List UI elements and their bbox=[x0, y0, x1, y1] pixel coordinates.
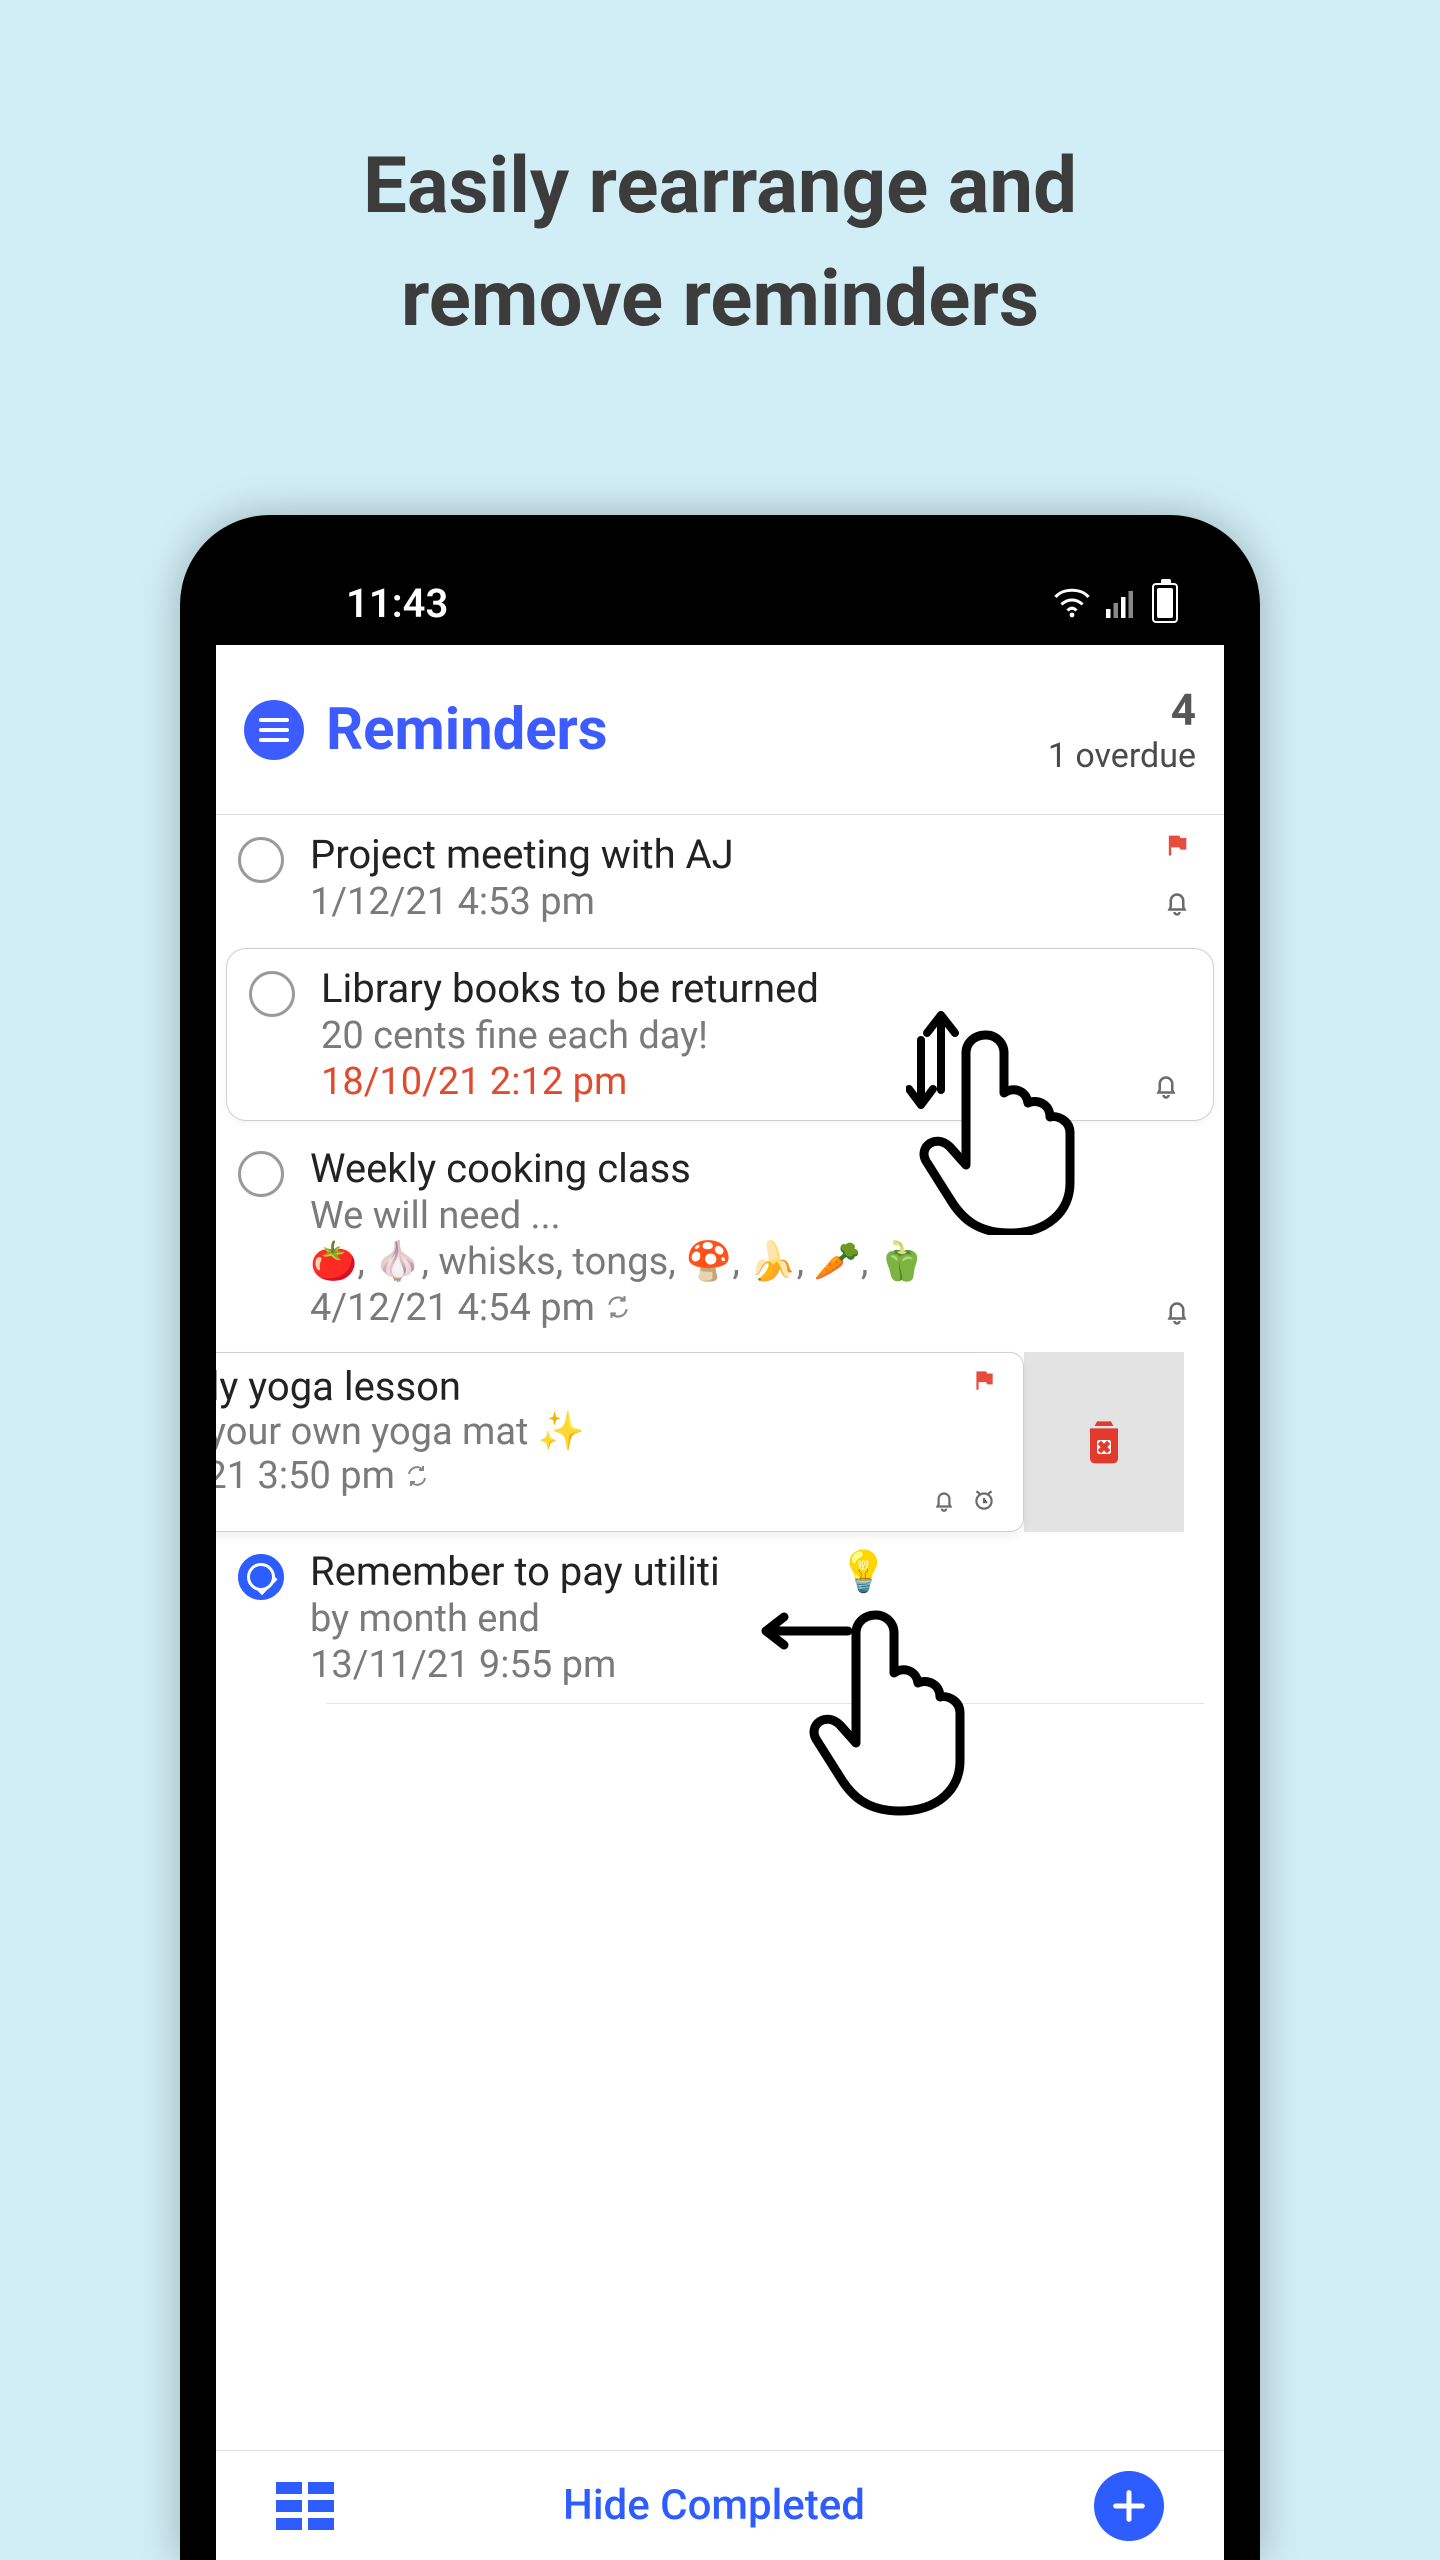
wifi-icon bbox=[1054, 588, 1090, 618]
phone-mockup: 11:43 bbox=[180, 515, 1260, 2560]
reminder-list[interactable]: Project meeting with AJ 1/12/21 4:53 pm bbox=[216, 815, 1224, 2450]
reminder-time: 4/12/21 4:54 pm bbox=[310, 1286, 1140, 1330]
app-header: Reminders 4 1 overdue bbox=[216, 645, 1224, 815]
bottom-bar: Hide Completed bbox=[216, 2450, 1224, 2560]
flag-icon bbox=[1163, 831, 1191, 863]
view-toggle-button[interactable] bbox=[276, 2482, 334, 2530]
battery-icon bbox=[1152, 583, 1178, 623]
headline-line-1: Easily rearrange and bbox=[363, 141, 1077, 232]
phone-screen: 11:43 bbox=[216, 561, 1224, 2560]
repeat-icon bbox=[605, 1286, 631, 1330]
checkbox-checked[interactable] bbox=[238, 1554, 284, 1600]
reminder-time: 13/11/21 9:55 pm bbox=[310, 1643, 1204, 1687]
list-item[interactable]: Weekly cooking class We will need ... 🍅,… bbox=[216, 1129, 1224, 1346]
list-item[interactable]: Remember to pay utiliti 💡 by month end 1… bbox=[216, 1532, 1224, 1703]
header-counts: 4 1 overdue bbox=[1048, 684, 1196, 776]
headline-line-2: remove reminders bbox=[401, 254, 1039, 345]
reminder-title: Weekly cooking class bbox=[310, 1145, 1140, 1192]
reminder-time: 12/21 3:50 pm bbox=[216, 1454, 1003, 1498]
promo-headline: Easily rearrange and remove reminders bbox=[0, 130, 1440, 356]
alarm-icon bbox=[971, 1487, 997, 1517]
reminder-title: Remember to pay utiliti 💡 bbox=[310, 1548, 1204, 1595]
plus-icon bbox=[1109, 2486, 1149, 2526]
reminder-subtitle: by month end bbox=[310, 1597, 1204, 1641]
app-content: Reminders 4 1 overdue Project meeting wi… bbox=[216, 645, 1224, 2560]
list-icon[interactable] bbox=[244, 700, 304, 760]
reminder-subtitle: 20 cents fine each day! bbox=[321, 1014, 1129, 1058]
reminder-title: Project meeting with AJ bbox=[310, 831, 1140, 878]
reminder-detail: 🍅, 🧄, whisks, tongs, 🍄, 🍌, 🥕, 🫑 bbox=[310, 1240, 1140, 1284]
hide-completed-button[interactable]: Hide Completed bbox=[563, 2481, 865, 2530]
bell-icon bbox=[931, 1487, 957, 1517]
bell-icon bbox=[1162, 887, 1192, 921]
trash-icon bbox=[1076, 1412, 1132, 1472]
status-bar: 11:43 bbox=[216, 561, 1224, 645]
checkbox[interactable] bbox=[238, 837, 284, 883]
reminder-subtitle: We will need ... bbox=[310, 1194, 1140, 1238]
reminder-card[interactable]: eekly yoga lesson ing your own yoga mat … bbox=[216, 1352, 1024, 1532]
add-button[interactable] bbox=[1094, 2471, 1164, 2541]
list-item-dragging[interactable]: Library books to be returned 20 cents fi… bbox=[226, 948, 1214, 1121]
list-item-swiped[interactable]: eekly yoga lesson ing your own yoga mat … bbox=[216, 1352, 1224, 1532]
reminder-time: 1/12/21 4:53 pm bbox=[310, 880, 1140, 924]
signal-icon bbox=[1106, 588, 1136, 618]
repeat-icon bbox=[405, 1454, 429, 1498]
status-time: 11:43 bbox=[346, 580, 448, 627]
delete-button[interactable] bbox=[1024, 1352, 1184, 1532]
reminder-subtitle: ing your own yoga mat ✨ bbox=[216, 1410, 1003, 1454]
checkbox[interactable] bbox=[238, 1151, 284, 1197]
list-item[interactable]: Project meeting with AJ 1/12/21 4:53 pm bbox=[216, 815, 1224, 940]
bell-icon bbox=[1151, 1070, 1181, 1104]
checkbox[interactable] bbox=[249, 971, 295, 1017]
reminder-title: Library books to be returned bbox=[321, 965, 1129, 1012]
reminder-title: eekly yoga lesson bbox=[216, 1363, 1003, 1410]
bell-icon bbox=[1162, 1296, 1192, 1330]
page-title: Reminders bbox=[326, 696, 608, 764]
reminder-time: 18/10/21 2:12 pm bbox=[321, 1060, 1129, 1104]
header-count: 4 bbox=[1048, 684, 1196, 736]
list-separator bbox=[326, 1703, 1204, 1704]
header-overdue: 1 overdue bbox=[1048, 736, 1196, 776]
flag-icon bbox=[971, 1367, 997, 1397]
